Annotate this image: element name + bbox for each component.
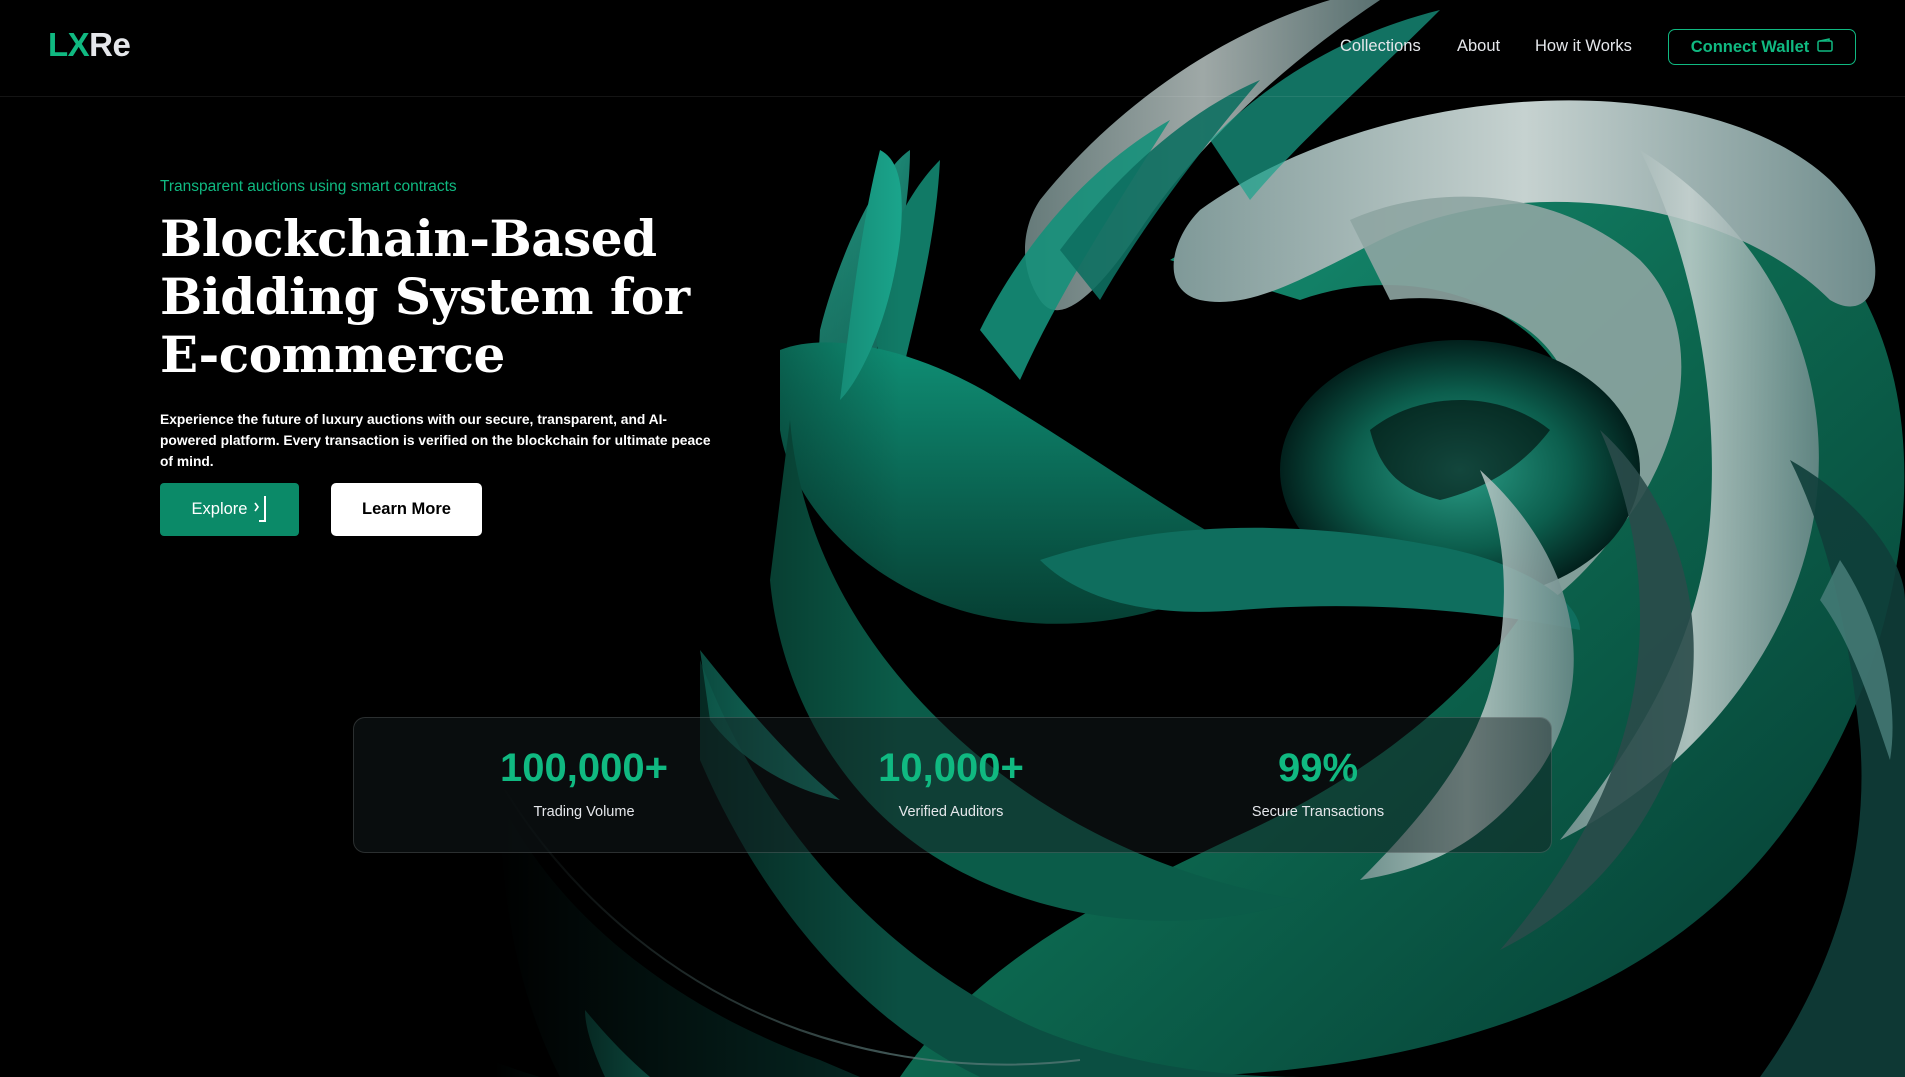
connect-wallet-button[interactable]: Connect Wallet: [1668, 29, 1856, 65]
hero-title-line-2: Bidding System for: [160, 267, 690, 326]
connect-wallet-label: Connect Wallet: [1690, 37, 1810, 56]
nav-collections-link[interactable]: Collections: [1340, 37, 1421, 56]
hero-title-line-3: E-commerce: [160, 325, 505, 384]
nav-how-it-works-link[interactable]: How it Works: [1535, 37, 1632, 56]
wallet-icon: [1817, 37, 1834, 57]
stat-value: 99%: [1277, 746, 1359, 790]
stat-trading-volume: 100,000+ Trading Volume: [434, 746, 734, 820]
hero-title: Blockchain-Based Bidding System for E-co…: [160, 210, 720, 384]
top-nav-bar: LXRe Collections About How it Works Conn…: [0, 0, 1905, 97]
stat-label: Secure Transactions: [1251, 804, 1385, 820]
stat-value: 10,000+: [878, 746, 1024, 790]
hero-eyebrow: Transparent auctions using smart contrac…: [160, 178, 457, 195]
hero-abstract-artwork: [378, 0, 1905, 1077]
logo-text-white: Re: [89, 26, 131, 63]
learn-more-button[interactable]: Learn More: [331, 483, 482, 536]
stat-secure-transactions: 99% Secure Transactions: [1168, 746, 1468, 820]
explore-label: Explore: [191, 500, 248, 518]
stats-panel: 100,000+ Trading Volume 10,000+ Verified…: [353, 717, 1552, 853]
stat-label: Verified Auditors: [898, 804, 1004, 820]
brand-logo[interactable]: LXRe: [48, 26, 131, 64]
logo-text-green: LX: [48, 26, 90, 63]
explore-button[interactable]: Explore: [160, 483, 299, 536]
hero-section: Transparent auctions using smart contrac…: [160, 178, 720, 472]
nav-about-link[interactable]: About: [1457, 37, 1500, 56]
stat-verified-auditors: 10,000+ Verified Auditors: [801, 746, 1101, 820]
hero-title-line-1: Blockchain-Based: [160, 209, 657, 268]
stat-value: 100,000+: [500, 746, 668, 790]
hero-description: Experience the future of luxury auctions…: [160, 412, 711, 469]
chevron-right-icon: [253, 490, 267, 529]
stat-label: Trading Volume: [533, 804, 635, 820]
